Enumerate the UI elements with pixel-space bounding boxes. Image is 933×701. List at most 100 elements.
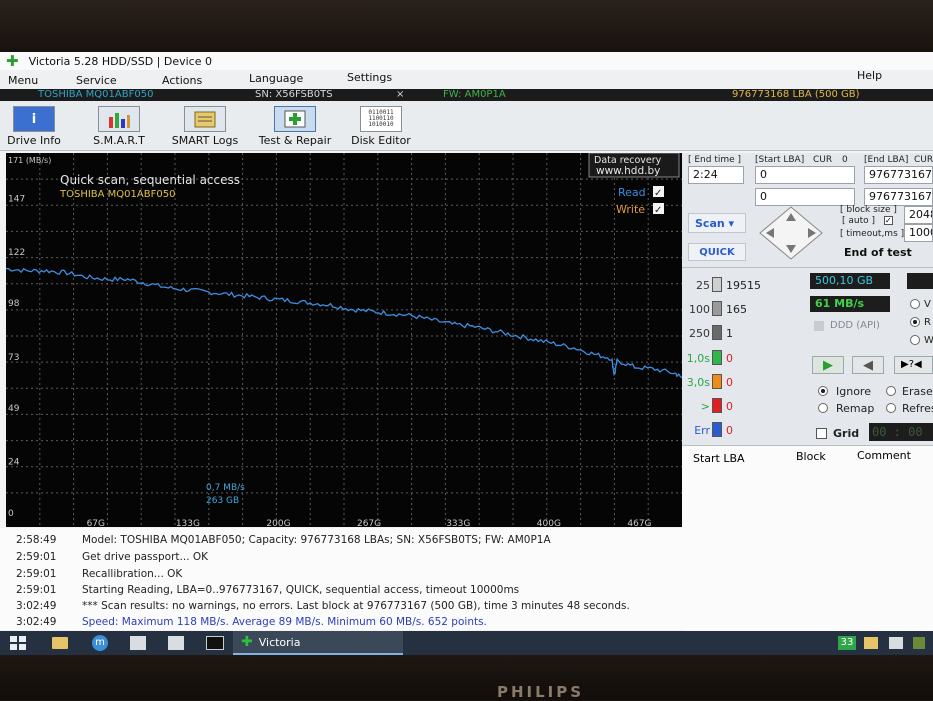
play-button[interactable]: ▶ xyxy=(812,356,844,374)
ddd-checkbox[interactable] xyxy=(814,321,824,331)
y-tick-label: 147 xyxy=(8,194,25,204)
block-size-field[interactable]: 2048 xyxy=(904,206,933,224)
timeout-field[interactable]: 10000 xyxy=(904,224,933,242)
smart-logs-button[interactable]: SMART Logs xyxy=(168,106,242,147)
end-lba-field-2[interactable]: 976773167 xyxy=(864,188,933,206)
terminal-icon[interactable] xyxy=(206,636,224,650)
menu-item-settings[interactable]: Settings xyxy=(347,71,392,84)
start-lba-label: [Start LBA] xyxy=(755,155,805,165)
x-tick-label: 333G xyxy=(446,519,470,527)
menu-item-service[interactable]: Service xyxy=(76,74,117,87)
end-cur-label[interactable]: CUR xyxy=(914,155,933,165)
quick-label: QUICK xyxy=(699,247,735,258)
back-button[interactable]: ◀ xyxy=(852,356,884,374)
tray-icon-1[interactable] xyxy=(864,637,878,649)
grid-checkbox[interactable] xyxy=(816,428,827,439)
close-drive-icon[interactable]: × xyxy=(396,89,404,101)
drive-firmware: FW: AM0P1A xyxy=(443,89,506,100)
disk-editor-button[interactable]: 0110011 1100110 1010010 Disk Editor xyxy=(350,106,412,147)
smart-button[interactable]: S.M.A.R.T xyxy=(88,106,150,147)
scan-button[interactable]: Scan ▾ xyxy=(688,213,746,233)
play-icon: ▶ xyxy=(823,357,833,373)
log-row: 2:59:01 Starting Reading, LBA=0..97677316… xyxy=(16,584,519,600)
x-tick-label: 267G xyxy=(357,519,381,527)
title-bar: ✚ Victoria 5.28 HDD/SSD | Device 0 xyxy=(0,52,933,70)
latency-bin-row: 25 19515 xyxy=(682,277,802,295)
ignore-radio[interactable] xyxy=(818,386,828,396)
latency-bin-swatch[interactable] xyxy=(712,349,722,365)
tray-icon-2[interactable] xyxy=(889,637,903,649)
app-icon-1[interactable] xyxy=(130,636,146,650)
skip-button[interactable]: ▶?◀ xyxy=(894,356,933,374)
timeout-label: [ timeout,ms ] xyxy=(840,229,905,239)
tray-icon-3[interactable] xyxy=(913,637,925,649)
taskbar-victoria[interactable]: ✚ Victoria xyxy=(233,631,403,655)
radio-w[interactable] xyxy=(910,335,920,345)
latency-bin-swatch[interactable] xyxy=(712,277,722,292)
screen: ✚ Victoria 5.28 HDD/SSD | Device 0 Menu … xyxy=(0,52,933,655)
latency-bin-swatch[interactable] xyxy=(712,301,722,317)
smart-logs-label: SMART Logs xyxy=(171,134,239,147)
menu-item-language[interactable]: Language xyxy=(249,72,303,85)
file-explorer-icon[interactable] xyxy=(52,637,68,649)
end-time-field[interactable]: 2:24 xyxy=(688,166,744,184)
log-row: 3:02:49 Speed: Maximum 118 MB/s. Average … xyxy=(16,616,487,632)
latency-bin-row: 100 165 xyxy=(682,301,802,319)
browser-icon[interactable]: m xyxy=(92,635,108,651)
test-repair-label: Test & Repair xyxy=(258,134,332,147)
col-comment[interactable]: Comment xyxy=(857,449,911,462)
log-text: Model: TOSHIBA MQ01ABF050; Capacity: 976… xyxy=(82,534,551,546)
col-start-lba[interactable]: Start LBA xyxy=(693,452,745,465)
end-lba-field[interactable]: 976773167 xyxy=(864,166,933,184)
taskbar-victoria-label: Victoria xyxy=(258,635,301,649)
tray-indicator[interactable]: 33 xyxy=(838,636,856,650)
x-tick-label: 133G xyxy=(176,519,200,527)
log-row: 2:58:49 Model: TOSHIBA MQ01ABF050; Capaci… xyxy=(16,534,551,550)
navigation-pad-icon[interactable] xyxy=(756,203,826,263)
toolbar: i Drive Info S.M.A.R.T SMART Logs Test &… xyxy=(0,101,933,151)
drive-info-bar: TOSHIBA MQ01ABF050 SN: X56FSB0TS × FW: A… xyxy=(0,89,933,101)
scan-graph[interactable]: 147 122 98 73 49 24 0 171 (MB/s) 67G 133G 200G 267G… xyxy=(6,153,682,527)
window-title: Victoria 5.28 HDD/SSD | Device 0 xyxy=(28,54,212,68)
start-lba-field[interactable]: 0 xyxy=(755,166,855,184)
auto-label: [ auto ] xyxy=(842,216,875,226)
radio-r[interactable] xyxy=(910,317,920,327)
start-cur-label[interactable]: CUR xyxy=(813,155,832,165)
menu-item-menu[interactable]: Menu xyxy=(8,74,38,87)
col-block[interactable]: Block xyxy=(796,450,826,463)
remap-radio[interactable] xyxy=(818,403,828,413)
drive-model[interactable]: TOSHIBA MQ01ABF050 xyxy=(38,89,153,101)
menu-item-help[interactable]: Help xyxy=(857,69,882,82)
latency-bin-swatch[interactable] xyxy=(712,398,722,413)
menu-item-actions[interactable]: Actions xyxy=(162,74,202,87)
latency-bin-count: 0 xyxy=(726,424,733,438)
app-icon-2[interactable] xyxy=(168,636,184,650)
lcd-display-right xyxy=(907,273,933,289)
log-text: *** Scan results: no warnings, no errors… xyxy=(82,600,630,612)
ddd-api-label: DDD (API) xyxy=(830,320,880,331)
radio-v[interactable] xyxy=(910,299,920,309)
start-icon[interactable] xyxy=(10,636,26,650)
refresh-radio[interactable] xyxy=(886,403,896,413)
smart-bars-icon xyxy=(98,106,140,132)
latency-bin-swatch[interactable] xyxy=(712,325,722,341)
y-tick-label: 49 xyxy=(8,404,20,414)
victoria-taskbar-icon: ✚ xyxy=(241,634,253,650)
latency-bin-swatch[interactable] xyxy=(712,373,722,389)
latency-bin-label: 3,0s xyxy=(686,375,710,389)
log-row: 2:59:01 Get drive passport... OK xyxy=(16,551,208,567)
drive-info-button[interactable]: i Drive Info xyxy=(6,106,62,147)
test-repair-button[interactable]: Test & Repair xyxy=(256,106,334,147)
log-row: 3:02:49 *** Scan results: no warnings, no… xyxy=(16,600,630,616)
log-text: Get drive passport... OK xyxy=(82,551,209,563)
latency-bin-swatch[interactable] xyxy=(712,422,722,438)
speed-chart: 147 122 98 73 49 24 0 171 (MB/s) 67G 133G 200G 267G… xyxy=(6,153,682,527)
radio-w-label: W xyxy=(924,335,933,346)
latency-bin-label: > xyxy=(700,400,710,413)
smart-label: S.M.A.R.T xyxy=(93,134,145,147)
log-panel: 2:58:49 Model: TOSHIBA MQ01ABF050; Capaci… xyxy=(0,528,933,630)
auto-checkbox[interactable]: ✓ xyxy=(884,216,893,225)
scan-caption: Quick scan, sequential access xyxy=(60,173,240,187)
quick-button[interactable]: QUICK xyxy=(688,243,746,261)
erase-radio[interactable] xyxy=(886,386,896,396)
